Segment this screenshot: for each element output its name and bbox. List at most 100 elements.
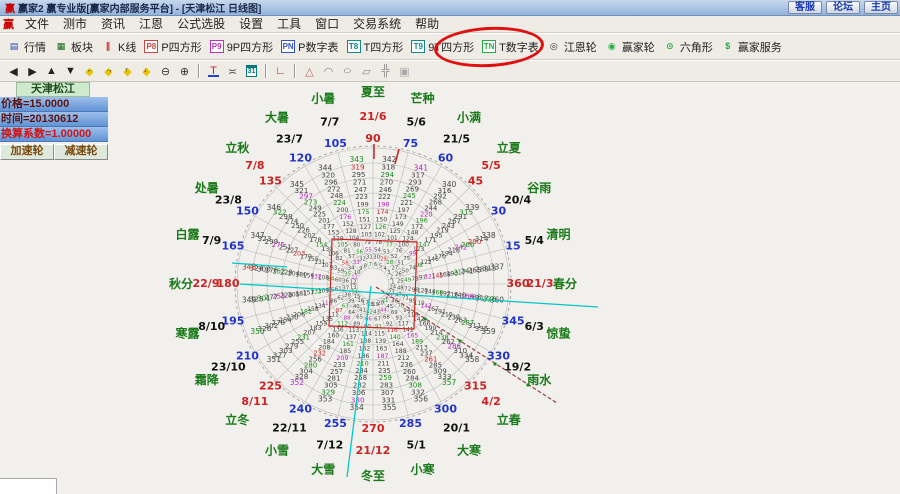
- svg-text:359: 359: [481, 327, 496, 336]
- svg-text:339: 339: [465, 203, 480, 212]
- polygon-tool-icon[interactable]: ▱: [358, 63, 375, 79]
- decelerate-wheel-button[interactable]: 减速轮: [54, 144, 108, 160]
- yingjia-service-icon: $: [721, 40, 735, 53]
- arc-tool-icon[interactable]: ◠: [320, 63, 337, 79]
- toolbar-separator: [198, 64, 200, 78]
- svg-text:57: 57: [348, 254, 355, 260]
- diamond-down-icon[interactable]: ◆↓: [138, 63, 155, 79]
- svg-text:162: 162: [359, 345, 371, 352]
- svg-text:52: 52: [391, 254, 398, 260]
- svg-text:100: 100: [398, 242, 409, 248]
- angle-label-165: 165: [221, 239, 244, 252]
- toolbar-button-sectors[interactable]: ▦板块: [50, 37, 97, 57]
- yingjia-wheel-icon: ◉: [605, 40, 619, 53]
- toolbar-button-9t-square[interactable]: T99T四方形: [407, 37, 478, 57]
- p-square-icon: P8: [144, 40, 158, 53]
- date-label-315: 4/2: [481, 395, 500, 408]
- svg-text:222: 222: [378, 193, 391, 201]
- ellipse-tool-icon[interactable]: ○: [339, 63, 356, 79]
- toolbar-button-kline[interactable]: ∥K线: [97, 37, 140, 57]
- svg-text:128: 128: [345, 229, 356, 235]
- angle-label-315: 315: [464, 380, 487, 393]
- diamond-left-icon[interactable]: ◆←: [81, 63, 98, 79]
- toolbar-button-yingjia-service[interactable]: $赢家服务: [717, 37, 786, 57]
- date-label-30: 20/4: [504, 194, 531, 207]
- date-label-135: 7/8: [245, 159, 264, 172]
- corner-line-icon[interactable]: ∟: [272, 63, 289, 79]
- bottom-left-box: [0, 478, 57, 494]
- zoom-in-icon[interactable]: ⊕: [176, 63, 193, 79]
- svg-text:221: 221: [400, 199, 413, 207]
- svg-text:48: 48: [397, 286, 404, 292]
- svg-text:63: 63: [342, 303, 349, 309]
- homepage-button[interactable]: 主页: [864, 1, 898, 14]
- solar-term-label-30: 谷雨: [527, 180, 551, 195]
- diamond-up-icon[interactable]: ◆↑: [119, 63, 136, 79]
- diamond-right-icon[interactable]: ◆→: [100, 63, 117, 79]
- menu-item-9[interactable]: 交易系统: [346, 16, 408, 32]
- calendar-icon[interactable]: 31: [243, 63, 260, 79]
- app-logo-icon: 赢: [5, 0, 15, 15]
- menu-item-3[interactable]: 资讯: [94, 16, 132, 32]
- svg-text:343: 343: [350, 155, 365, 164]
- svg-text:151: 151: [359, 217, 371, 224]
- menu-item-6[interactable]: 设置: [232, 16, 270, 32]
- angle-label-75: 75: [403, 137, 418, 150]
- svg-text:138: 138: [360, 339, 371, 345]
- tri-up-icon[interactable]: ▲: [43, 63, 60, 79]
- toolbar-button-t-number-table[interactable]: TNT数字表: [478, 37, 543, 57]
- svg-text:176: 176: [339, 214, 351, 221]
- angle-label-45: 45: [468, 174, 483, 187]
- toolbar-button-p-number-table[interactable]: PNP数字表: [277, 37, 342, 57]
- toolbar-button-quotes[interactable]: ▤行情: [3, 37, 50, 57]
- date-label-75: 5/6: [407, 116, 427, 129]
- drawing-toolbar: ◀▶▲▼◆←◆→◆↑◆↓⊖⊕ T≍31 ∟ △◠○▱╬▣: [0, 60, 900, 82]
- pan-right-icon[interactable]: ▶: [24, 63, 41, 79]
- svg-text:346: 346: [267, 203, 282, 212]
- svg-text:24: 24: [390, 285, 396, 291]
- svg-text:150: 150: [376, 217, 388, 224]
- menu-item-1[interactable]: 文件: [18, 16, 56, 32]
- crosshair-tool-icon[interactable]: ╬: [377, 63, 394, 79]
- date-label-225: 8/11: [241, 395, 268, 408]
- date-label-240: 22/11: [272, 422, 307, 435]
- date-label-60: 21/5: [443, 132, 470, 145]
- svg-text:81: 81: [344, 248, 351, 254]
- toolbar-label: K线: [118, 39, 136, 55]
- menu-item-4[interactable]: 江恩: [132, 16, 170, 32]
- svg-text:32: 32: [359, 257, 366, 263]
- toolbar-button-t-square[interactable]: T8T四方形: [343, 37, 408, 57]
- svg-text:350: 350: [250, 327, 265, 336]
- accelerate-wheel-button[interactable]: 加速轮: [0, 144, 54, 160]
- measure-icon[interactable]: ≍: [224, 63, 241, 79]
- toolbar-label: 江恩轮: [564, 39, 597, 55]
- select-box-icon[interactable]: ▣: [396, 63, 413, 79]
- toolbar-button-gann-wheel[interactable]: ◎江恩轮: [543, 37, 601, 57]
- toolbar-button-hexagon[interactable]: ⊙六角形: [659, 37, 717, 57]
- menu-item-7[interactable]: 工具: [270, 16, 308, 32]
- svg-text:173: 173: [395, 214, 407, 221]
- svg-text:175: 175: [358, 209, 370, 216]
- svg-text:152: 152: [342, 221, 354, 228]
- tri-down-icon[interactable]: ▼: [62, 63, 79, 79]
- date-label-120: 23/7: [276, 132, 303, 145]
- svg-text:60: 60: [335, 277, 342, 283]
- triangle-tool-icon[interactable]: △: [301, 63, 318, 79]
- svg-text:103: 103: [361, 232, 372, 238]
- svg-text:174: 174: [376, 209, 388, 216]
- svg-text:272: 272: [327, 185, 340, 193]
- t-cursor-icon[interactable]: T: [205, 63, 222, 79]
- menu-item-2[interactable]: 测市: [56, 16, 94, 32]
- forum-button[interactable]: 论坛: [826, 1, 860, 14]
- svg-text:116: 116: [387, 328, 398, 334]
- svg-text:76: 76: [395, 248, 402, 254]
- menu-item-10[interactable]: 帮助: [408, 16, 446, 32]
- toolbar-button-9p-square[interactable]: P99P四方形: [206, 37, 277, 57]
- zoom-out-icon[interactable]: ⊖: [157, 63, 174, 79]
- toolbar-button-yingjia-wheel[interactable]: ◉赢家轮: [601, 37, 659, 57]
- menu-item-5[interactable]: 公式选股: [170, 16, 232, 32]
- pan-left-icon[interactable]: ◀: [5, 63, 22, 79]
- customer-service-button[interactable]: 客服: [788, 1, 822, 14]
- toolbar-button-p-square[interactable]: P8P四方形: [140, 37, 205, 57]
- menu-item-8[interactable]: 窗口: [308, 16, 346, 32]
